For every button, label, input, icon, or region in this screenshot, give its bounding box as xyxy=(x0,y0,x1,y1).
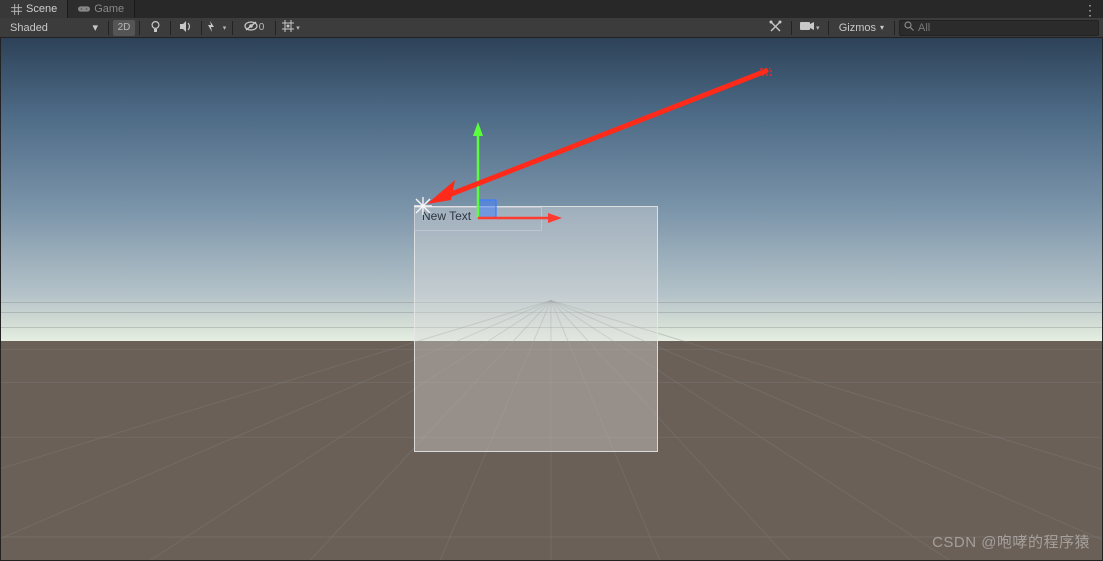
skybox-sky xyxy=(1,38,1102,341)
tab-scene-label: Scene xyxy=(26,3,57,15)
kebab-menu-icon[interactable]: ⋮ xyxy=(1083,2,1097,19)
gamepad-icon xyxy=(78,3,90,15)
gizmos-label: Gizmos xyxy=(839,22,876,34)
separator xyxy=(170,21,171,35)
grid-snap-dropdown[interactable]: ▾ xyxy=(280,20,302,36)
tools-button[interactable] xyxy=(765,20,787,36)
skybox-ground xyxy=(1,341,1102,560)
camera-icon xyxy=(800,21,814,34)
scene-viewport[interactable]: New Text CSDN @咆哮的程序猿 xyxy=(0,38,1103,561)
separator xyxy=(791,21,792,35)
separator xyxy=(828,21,829,35)
chevron-down-icon: ▾ xyxy=(880,23,884,32)
chevron-down-icon: ▾ xyxy=(223,24,227,32)
tab-game[interactable]: Game xyxy=(68,0,135,18)
search-icon xyxy=(904,21,914,34)
chevron-down-icon: ▾ xyxy=(816,24,820,32)
separator xyxy=(275,21,276,35)
separator xyxy=(232,21,233,35)
tools-icon xyxy=(769,20,782,36)
text-element-label: New Text xyxy=(422,209,471,223)
tab-scene[interactable]: Scene xyxy=(0,0,68,18)
toolbar-right: ▾ Gizmos ▾ All xyxy=(765,20,1099,36)
separator xyxy=(139,21,140,35)
search-placeholder: All xyxy=(918,22,930,34)
mode-2d-label: 2D xyxy=(118,22,131,33)
scene-toolbar: Shaded ▾ 2D ▾ 0 ▾ xyxy=(0,18,1103,38)
hidden-count-label: 0 xyxy=(259,22,265,33)
gizmos-dropdown[interactable]: Gizmos ▾ xyxy=(833,22,890,34)
shading-mode-dropdown[interactable]: Shaded ▾ xyxy=(4,20,104,35)
hidden-objects-button[interactable]: 0 xyxy=(237,20,271,36)
audio-toggle[interactable] xyxy=(175,20,197,36)
effects-icon xyxy=(208,21,221,35)
grid-snap-icon xyxy=(282,20,294,35)
separator xyxy=(201,21,202,35)
separator xyxy=(894,21,895,35)
tab-bar: Scene Game ⋮ xyxy=(0,0,1103,18)
grid-icon xyxy=(10,3,22,15)
lightbulb-icon xyxy=(150,20,161,36)
chevron-down-icon: ▾ xyxy=(92,21,98,34)
chevron-down-icon: ▾ xyxy=(296,24,300,32)
search-input[interactable]: All xyxy=(899,20,1099,36)
shading-mode-label: Shaded xyxy=(10,22,48,34)
effects-dropdown[interactable]: ▾ xyxy=(206,20,228,36)
camera-dropdown[interactable]: ▾ xyxy=(796,20,824,36)
eye-off-icon xyxy=(244,21,258,34)
mode-2d-button[interactable]: 2D xyxy=(113,20,135,36)
tab-game-label: Game xyxy=(94,3,124,15)
separator xyxy=(108,21,109,35)
lighting-toggle[interactable] xyxy=(144,20,166,36)
speaker-icon xyxy=(180,21,193,35)
